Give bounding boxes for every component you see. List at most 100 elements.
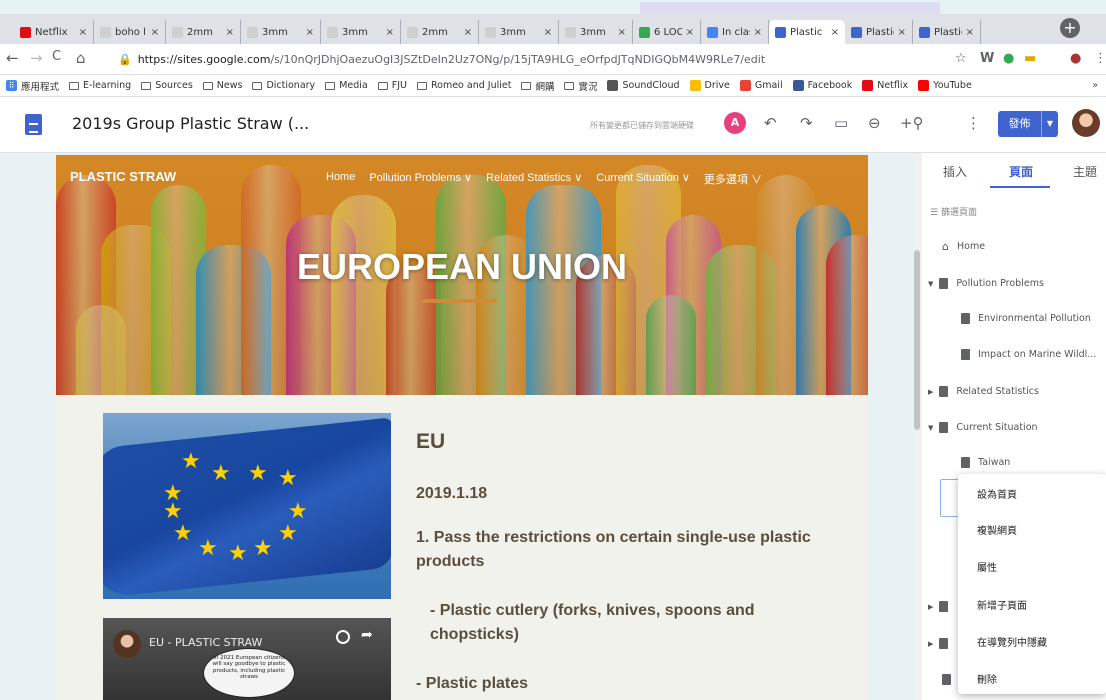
extension-w-icon[interactable]: W [980, 51, 994, 66]
watch-later-icon[interactable] [336, 630, 350, 644]
site-nav-item[interactable]: Related Statistics ∨ [486, 171, 582, 187]
account-avatar[interactable] [1072, 109, 1100, 137]
expand-arrow-icon[interactable]: ▶ [928, 603, 933, 611]
star-icon[interactable]: ☆ [955, 51, 967, 66]
tab-close-icon[interactable]: × [386, 27, 394, 38]
menu-properties[interactable]: 屬性 [977, 559, 997, 574]
browser-tab[interactable]: Plastic × [769, 20, 845, 44]
page-item-marine[interactable]: Impact on Marine Wildl... [961, 349, 1096, 360]
undo-icon[interactable]: ↶ [764, 114, 777, 132]
menu-set-homepage[interactable]: 設為首頁 [977, 486, 1017, 501]
menu-add-subpage[interactable]: 新增子頁面 [977, 597, 1027, 612]
chevron-down-icon[interactable]: ▼ [1042, 111, 1058, 137]
address-bar[interactable]: 🔒 https://sites.google.com /s/10nQrJDhjO… [118, 48, 976, 70]
extension-circle-icon[interactable]: ● [1003, 51, 1014, 66]
browser-tab[interactable]: 6 LOC × [633, 20, 701, 44]
collapse-arrow-icon[interactable]: ▼ [928, 280, 933, 288]
site-nav-item[interactable]: Home [326, 171, 355, 187]
tab-close-icon[interactable]: × [898, 27, 906, 38]
tab-themes[interactable]: 主題 [1073, 163, 1097, 180]
filter-pages[interactable]: ☰ 篩選頁面 [930, 205, 977, 218]
page-item-collapsed[interactable]: ▶ [928, 638, 956, 649]
browser-tab[interactable]: 2mm × [401, 20, 479, 44]
browser-tab[interactable]: Plastic × [845, 20, 913, 44]
scrollbar-thumb[interactable] [914, 250, 920, 430]
bookmark-item[interactable]: Gmail [739, 80, 783, 91]
bookmark-item[interactable]: ⠿ 應用程式 [6, 79, 59, 93]
tab-close-icon[interactable]: × [464, 27, 472, 38]
bookmark-item[interactable]: Media [325, 80, 368, 91]
tab-close-icon[interactable]: × [754, 27, 762, 38]
browser-tab[interactable]: 2mm × [166, 20, 241, 44]
bookmarks-more[interactable]: » [1092, 80, 1098, 91]
bookmark-item[interactable]: FJU [377, 80, 407, 91]
site-brand[interactable]: PLASTIC STRAW [70, 169, 176, 184]
collaborator-avatar[interactable]: A [724, 112, 746, 134]
preview-icon[interactable]: ▭ [834, 114, 848, 132]
more-options-icon[interactable]: ⋮ [966, 114, 981, 132]
selected-page-outline[interactable] [940, 479, 960, 517]
tab-close-icon[interactable]: × [544, 27, 552, 38]
menu-duplicate-page[interactable]: 複製網頁 [977, 522, 1017, 537]
browser-tab[interactable]: 3mm × [559, 20, 633, 44]
reload-icon[interactable]: C [52, 49, 61, 64]
page-item-statistics[interactable]: ▶ Related Statistics [928, 386, 1039, 397]
page-item-current[interactable]: ▼ Current Situation [928, 422, 1038, 433]
browser-tab[interactable]: 3mm × [479, 20, 559, 44]
browser-tab[interactable]: Netflix × [14, 20, 94, 44]
link-icon[interactable]: ⊖ [868, 114, 881, 132]
section-heading[interactable]: EU [416, 430, 445, 454]
tab-close-icon[interactable]: × [618, 27, 626, 38]
collapse-arrow-icon[interactable]: ▼ [928, 424, 933, 432]
bookmark-item[interactable]: Facebook [792, 80, 852, 91]
page-item-home[interactable]: ⌂ Home [942, 240, 985, 253]
menu-delete[interactable]: 刪除 [977, 671, 997, 686]
profile-icon[interactable]: ● [1070, 51, 1081, 66]
site-title[interactable]: 2019s Group Plastic Straw (... [72, 114, 309, 133]
hero-banner[interactable]: PLASTIC STRAW Home Pollution Problems ∨ Re… [56, 155, 868, 395]
share-icon[interactable]: +⚲ [900, 114, 924, 132]
browser-tab[interactable]: 3mm × [241, 20, 321, 44]
menu-hide-from-nav[interactable]: 在導覽列中隱藏 [977, 634, 1047, 649]
page-item-partial[interactable] [942, 674, 959, 685]
tab-close-icon[interactable]: × [306, 27, 314, 38]
browser-tab[interactable]: Plastic × [913, 20, 981, 44]
eu-flag-image[interactable]: ★ ★ ★ ★ ★ ★ ★ ★ ★ ★ ★ ★ [103, 413, 391, 599]
bookmark-item[interactable]: SoundCloud [607, 80, 680, 91]
tab-close-icon[interactable]: × [226, 27, 234, 38]
bookmark-item[interactable]: News [202, 80, 242, 91]
site-nav-item[interactable]: Pollution Problems ∨ [369, 171, 472, 187]
plates-item[interactable]: - Plastic plates [416, 675, 528, 693]
cutlery-item[interactable]: - Plastic cutlery (forks, knives, spoons… [416, 599, 836, 647]
browser-tab[interactable]: 3mm × [321, 20, 401, 44]
restriction-point[interactable]: 1. Pass the restrictions on certain sing… [416, 526, 836, 574]
bookmark-item[interactable]: Drive [689, 80, 730, 91]
hero-title[interactable]: EUROPEAN UNION [56, 246, 868, 288]
forward-icon[interactable]: → [30, 49, 43, 67]
bookmark-item[interactable]: Dictionary [252, 80, 315, 91]
google-sites-icon[interactable] [25, 114, 42, 135]
page-item-taiwan[interactable]: Taiwan [961, 457, 1010, 468]
bookmark-item[interactable]: 實況 [564, 79, 597, 93]
tab-close-icon[interactable]: × [831, 27, 839, 38]
bookmark-item[interactable]: 網購 [521, 79, 554, 93]
site-nav-item[interactable]: 更多選項 ∨ [704, 171, 762, 187]
site-nav-item[interactable]: Current Situation ∨ [596, 171, 690, 187]
tab-close-icon[interactable]: × [151, 27, 159, 38]
page-item-pollution[interactable]: ▼ Pollution Problems [928, 278, 1044, 289]
tab-close-icon[interactable]: × [79, 27, 87, 38]
home-icon[interactable]: ⌂ [76, 49, 86, 67]
redo-icon[interactable]: ↷ [800, 114, 813, 132]
page-item-environmental[interactable]: Environmental Pollution [961, 313, 1091, 324]
publish-button[interactable]: 發佈 ▼ [998, 111, 1058, 137]
bookmark-item[interactable]: Netflix [862, 80, 908, 91]
expand-arrow-icon[interactable]: ▶ [928, 640, 933, 648]
tab-insert[interactable]: 插入 [943, 163, 967, 180]
bookmark-item[interactable]: Romeo and Juliet [416, 80, 511, 91]
browser-tab[interactable]: In clas × [701, 20, 769, 44]
video-embed[interactable]: EU - PLASTIC STRAW In 2021 European citi… [103, 618, 391, 700]
new-tab-button[interactable]: + [1060, 18, 1080, 38]
back-icon[interactable]: ← [6, 49, 19, 67]
extension-folder-icon[interactable]: ▬ [1024, 51, 1036, 66]
browser-menu-icon[interactable]: ⋮ [1094, 51, 1106, 66]
